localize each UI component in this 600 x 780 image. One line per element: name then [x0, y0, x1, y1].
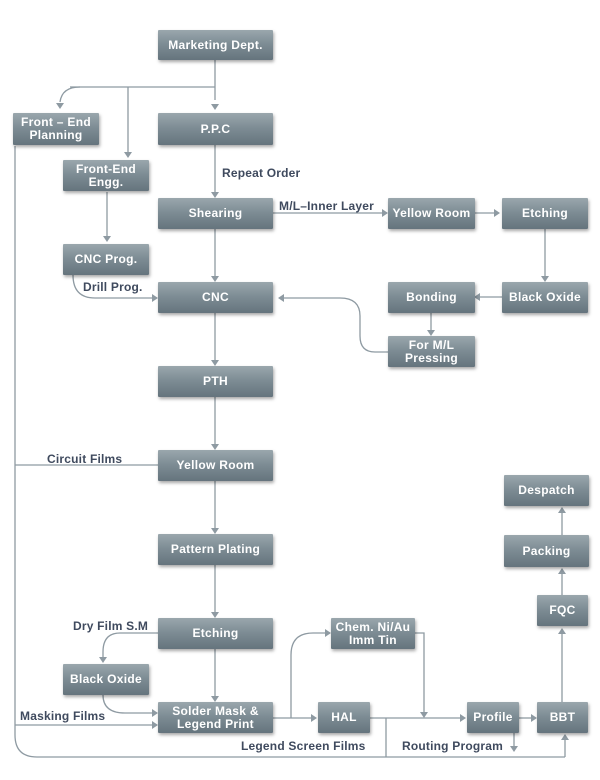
connector-etching-blackoxide-left — [102, 632, 158, 657]
node-shearing: Shearing — [158, 198, 273, 229]
node-despatch: Despatch — [504, 475, 589, 506]
arrow-head — [278, 294, 284, 302]
arrow-head — [510, 746, 518, 752]
node-pattern-plating: Pattern Plating — [158, 534, 273, 565]
arrow-head — [460, 714, 466, 722]
label-repeat-order: Repeat Order — [222, 166, 301, 180]
arrow-head — [103, 236, 111, 242]
arrow-head — [56, 103, 64, 109]
arrow-head — [558, 507, 566, 513]
node-fqc: FQC — [537, 595, 588, 626]
node-bonding: Bonding — [388, 282, 475, 313]
node-hal: HAL — [318, 702, 370, 733]
node-etching-inner: Etching — [502, 198, 588, 229]
node-packing: Packing — [504, 535, 589, 567]
node-black-oxide-inner: Black Oxide — [502, 282, 588, 313]
label-circuit-films: Circuit Films — [47, 452, 123, 466]
arrow-head — [124, 152, 132, 158]
arrow-head — [211, 104, 219, 110]
node-cnc: CNC — [158, 282, 273, 313]
node-front-end-engg: Front-End Engg. — [63, 160, 149, 191]
connector-to-front-end-planning — [59, 86, 81, 103]
label-masking-films: Masking Films — [20, 709, 106, 723]
node-cnc-prog: CNC Prog. — [63, 244, 149, 275]
arrow-head — [420, 712, 428, 718]
node-yellow-room-inner: Yellow Room — [388, 198, 475, 229]
connector-marketing-branch — [70, 60, 216, 100]
arrow-head — [99, 657, 107, 663]
arrow-head — [558, 568, 566, 574]
arrow-head — [561, 734, 569, 740]
connector-blackoxide-soldermask — [102, 694, 152, 714]
connector-pressing-cnc — [284, 297, 389, 353]
arrow-head — [311, 714, 317, 722]
connector-chem-profile — [415, 632, 425, 712]
node-ppc: P.P.C — [158, 113, 273, 145]
node-ml-pressing: For M/L Pressing — [388, 336, 475, 367]
node-etching: Etching — [158, 618, 273, 649]
node-solder-mask-legend: Solder Mask & Legend Print — [158, 702, 273, 733]
node-marketing-dept: Marketing Dept. — [158, 30, 273, 60]
label-drill-prog: Drill Prog. — [83, 280, 143, 294]
node-profile: Profile — [467, 702, 519, 733]
node-front-end-planning: Front – End Planning — [13, 113, 99, 145]
arrow-head — [558, 628, 566, 634]
node-chem-ni-au: Chem. Ni/Au Imm Tin — [331, 618, 415, 649]
node-yellow-room: Yellow Room — [158, 450, 273, 481]
label-ml-inner-layer: M/L–Inner Layer — [279, 199, 375, 213]
process-flow-diagram: Marketing Dept. Front – End Planning P.P… — [0, 0, 600, 780]
node-pth: PTH — [158, 366, 273, 397]
label-routing-program: Routing Program — [402, 739, 503, 753]
label-dry-film-sm: Dry Film S.M — [73, 619, 149, 633]
node-bbt: BBT — [537, 702, 588, 733]
node-black-oxide: Black Oxide — [63, 664, 149, 695]
label-legend-screen-films: Legend Screen Films — [241, 739, 366, 753]
arrow-head — [494, 209, 500, 217]
